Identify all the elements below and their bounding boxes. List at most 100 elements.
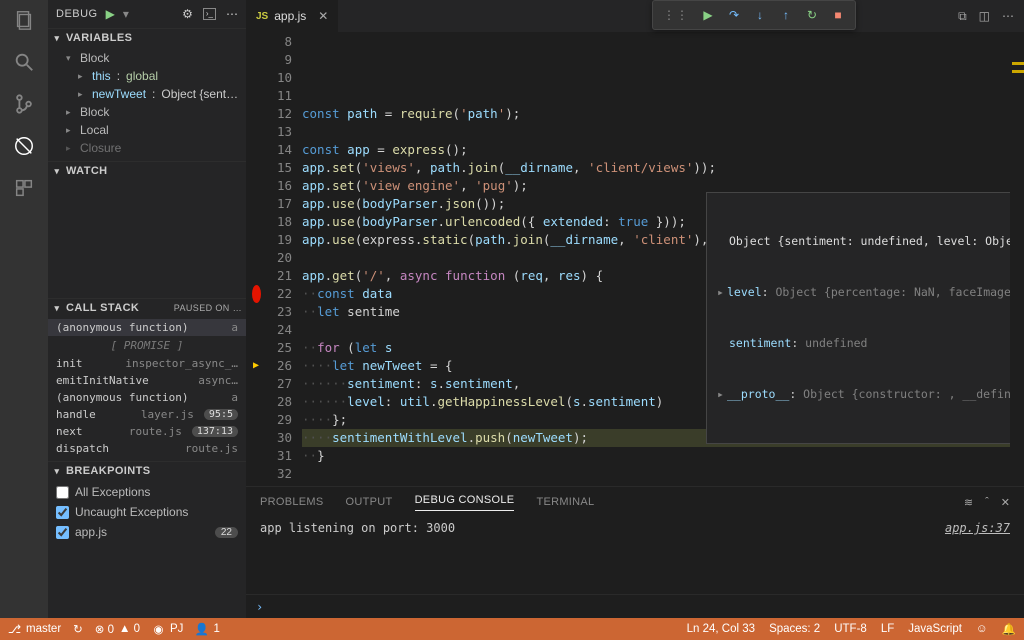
var-scope-block[interactable]: ▾Block <box>48 49 246 67</box>
start-debug-button[interactable]: ▶ <box>106 7 115 21</box>
tab-problems[interactable]: PROBLEMS <box>260 496 324 508</box>
callstack-section: ▾CALL STACKPAUSED ON … (anonymous functi… <box>48 298 246 461</box>
debug-console-icon[interactable]: ›_ <box>203 8 216 20</box>
close-icon[interactable]: ✕ <box>318 9 328 23</box>
stack-frame[interactable]: (anonymous function)a <box>48 389 246 406</box>
broadcast-icon: ◉ <box>152 623 165 636</box>
debug-hover[interactable]: Object {sentiment: undefined, level: Obj… <box>706 192 1010 444</box>
stack-frame[interactable]: nextroute.js137:13 <box>48 423 246 440</box>
more-icon[interactable]: ⋯ <box>226 7 238 21</box>
stack-promise: [ PROMISE ] <box>48 336 246 355</box>
stack-frame[interactable]: dispatchroute.js <box>48 440 246 457</box>
variables-section: ▾VARIABLES ▾Block ▸this: global ▸newTwee… <box>48 28 246 161</box>
debug-repl-input[interactable]: › <box>246 594 1024 618</box>
code-editor[interactable]: ▶ 89101112131415161718192021222324252627… <box>246 32 1024 486</box>
sidebar-header: DEBUG ▶ ▾ ⚙ ›_ ⋯ <box>48 0 246 28</box>
hover-row[interactable]: ▸__proto__: Object {constructor: , __def… <box>717 386 1010 403</box>
bp-file[interactable]: app.js22 <box>48 522 246 542</box>
feedback-icon[interactable]: ☺ <box>976 623 988 635</box>
hover-header: Object {sentiment: undefined, level: Obj… <box>717 233 1010 250</box>
watch-section: ▾WATCH <box>48 161 246 298</box>
breakpoints-header[interactable]: ▾BREAKPOINTS <box>48 462 246 480</box>
bottom-panel: PROBLEMS OUTPUT DEBUG CONSOLE TERMINAL ≋… <box>246 486 1024 618</box>
status-errors[interactable]: ⊗ 0 ▲ 0 <box>95 622 140 636</box>
encoding[interactable]: UTF-8 <box>834 623 867 635</box>
close-panel-icon[interactable]: ✕ <box>1001 496 1010 509</box>
step-out-button[interactable]: ↑ <box>779 8 793 22</box>
clear-console-icon[interactable]: ≋ <box>964 496 973 509</box>
var-scope-local[interactable]: ▸Local <box>48 121 246 139</box>
eol[interactable]: LF <box>881 623 894 635</box>
var-this[interactable]: ▸this: global <box>48 67 246 85</box>
breakpoints-section: ▾BREAKPOINTS All Exceptions Uncaught Exc… <box>48 461 246 546</box>
restart-button[interactable]: ↻ <box>805 8 819 22</box>
bp-uncaught[interactable]: Uncaught Exceptions <box>48 502 246 522</box>
tab-bar: JS app.js ✕ ⧉ ◫ ⋯ ⋮⋮ ▶ ↷ ↓ ↑ ↻ ■ <box>246 0 1024 32</box>
callstack-header[interactable]: ▾CALL STACKPAUSED ON … <box>48 299 246 317</box>
tab-label: app.js <box>274 9 306 23</box>
tab-debug-console[interactable]: DEBUG CONSOLE <box>415 494 515 511</box>
tab-output[interactable]: OUTPUT <box>346 496 393 508</box>
explorer-icon[interactable] <box>12 8 36 32</box>
variables-body: ▾Block ▸this: global ▸newTweet: Object {… <box>48 47 246 161</box>
git-sync[interactable]: ↻ <box>73 622 83 636</box>
cursor-position[interactable]: Ln 24, Col 33 <box>687 623 755 635</box>
continue-button[interactable]: ▶ <box>701 8 715 22</box>
debug-icon[interactable] <box>12 134 36 158</box>
stack-frame[interactable]: (anonymous function)a <box>48 319 246 336</box>
config-dropdown[interactable]: ▾ <box>123 7 129 21</box>
debug-sidebar: DEBUG ▶ ▾ ⚙ ›_ ⋯ ▾VARIABLES ▾Block ▸this… <box>48 0 246 618</box>
stack-frame[interactable]: handlelayer.js95:5 <box>48 406 246 423</box>
hover-row[interactable]: ▸level: Object {percentage: NaN, faceIma… <box>717 284 1010 301</box>
person-icon: 👤 <box>195 623 208 636</box>
sidebar-title: DEBUG <box>56 8 98 20</box>
console-source-link[interactable]: app.js:37 <box>945 521 1010 535</box>
editor-area: JS app.js ✕ ⧉ ◫ ⋯ ⋮⋮ ▶ ↷ ↓ ↑ ↻ ■ <box>246 0 1024 618</box>
variables-header[interactable]: ▾VARIABLES <box>48 29 246 47</box>
step-over-button[interactable]: ↷ <box>727 8 741 22</box>
collapse-panel-icon[interactable]: ˆ <box>985 496 989 508</box>
bp-all-exceptions[interactable]: All Exceptions <box>48 482 246 502</box>
participants[interactable]: 👤1 <box>195 623 219 636</box>
code-content[interactable]: Object {sentiment: undefined, level: Obj… <box>302 32 1010 486</box>
status-bar: ⎇master ↻ ⊗ 0 ▲ 0 ◉PJ 👤1 Ln 24, Col 33 S… <box>0 618 1024 640</box>
callstack-body: (anonymous function)a [ PROMISE ] initin… <box>48 317 246 461</box>
vscode-window: DEBUG ▶ ▾ ⚙ ›_ ⋯ ▾VARIABLES ▾Block ▸this… <box>0 0 1024 640</box>
panel-tabs: PROBLEMS OUTPUT DEBUG CONSOLE TERMINAL ≋… <box>246 487 1024 517</box>
stop-button[interactable]: ■ <box>831 8 845 22</box>
step-into-button[interactable]: ↓ <box>753 8 767 22</box>
watch-header[interactable]: ▾WATCH <box>48 162 246 180</box>
source-control-icon[interactable] <box>12 92 36 116</box>
indentation[interactable]: Spaces: 2 <box>769 623 820 635</box>
var-scope-closure[interactable]: ▸Closure <box>48 139 246 157</box>
drag-handle-icon[interactable]: ⋮⋮ <box>663 8 689 22</box>
breakpoint-gutter[interactable]: ▶ <box>246 32 266 486</box>
tab-terminal[interactable]: TERMINAL <box>536 496 594 508</box>
gear-icon[interactable]: ⚙ <box>182 7 193 21</box>
tab-appjs[interactable]: JS app.js ✕ <box>246 0 338 32</box>
minimap[interactable] <box>1010 32 1024 486</box>
search-icon[interactable] <box>12 50 36 74</box>
js-file-icon: JS <box>256 11 268 22</box>
activity-bar <box>0 0 48 618</box>
split-editor-icon[interactable]: ◫ <box>979 9 990 23</box>
notifications-icon[interactable]: 🔔 <box>1002 622 1016 636</box>
line-numbers: 8910111213141516171819202122232425262728… <box>266 32 302 486</box>
main-area: DEBUG ▶ ▾ ⚙ ›_ ⋯ ▾VARIABLES ▾Block ▸this… <box>0 0 1024 618</box>
debug-toolbar[interactable]: ⋮⋮ ▶ ↷ ↓ ↑ ↻ ■ <box>652 0 856 30</box>
git-branch[interactable]: ⎇master <box>8 623 61 636</box>
breakpoints-body: All Exceptions Uncaught Exceptions app.j… <box>48 480 246 546</box>
more-icon[interactable]: ⋯ <box>1002 9 1014 23</box>
extensions-icon[interactable] <box>12 176 36 200</box>
stack-frame[interactable]: initinspector_async_… <box>48 355 246 372</box>
watch-body[interactable] <box>48 180 246 298</box>
hover-row[interactable]: sentiment: undefined <box>717 335 1010 352</box>
git-branch-icon: ⎇ <box>8 623 21 636</box>
live-share[interactable]: ◉PJ <box>152 623 183 636</box>
var-newtweet[interactable]: ▸newTweet: Object {sent… <box>48 85 246 103</box>
console-output[interactable]: app listening on port: 3000 app.js:37 <box>246 517 1024 594</box>
compare-icon[interactable]: ⧉ <box>958 9 967 24</box>
var-scope-block2[interactable]: ▸Block <box>48 103 246 121</box>
language-mode[interactable]: JavaScript <box>908 623 962 635</box>
stack-frame[interactable]: emitInitNativeasync… <box>48 372 246 389</box>
